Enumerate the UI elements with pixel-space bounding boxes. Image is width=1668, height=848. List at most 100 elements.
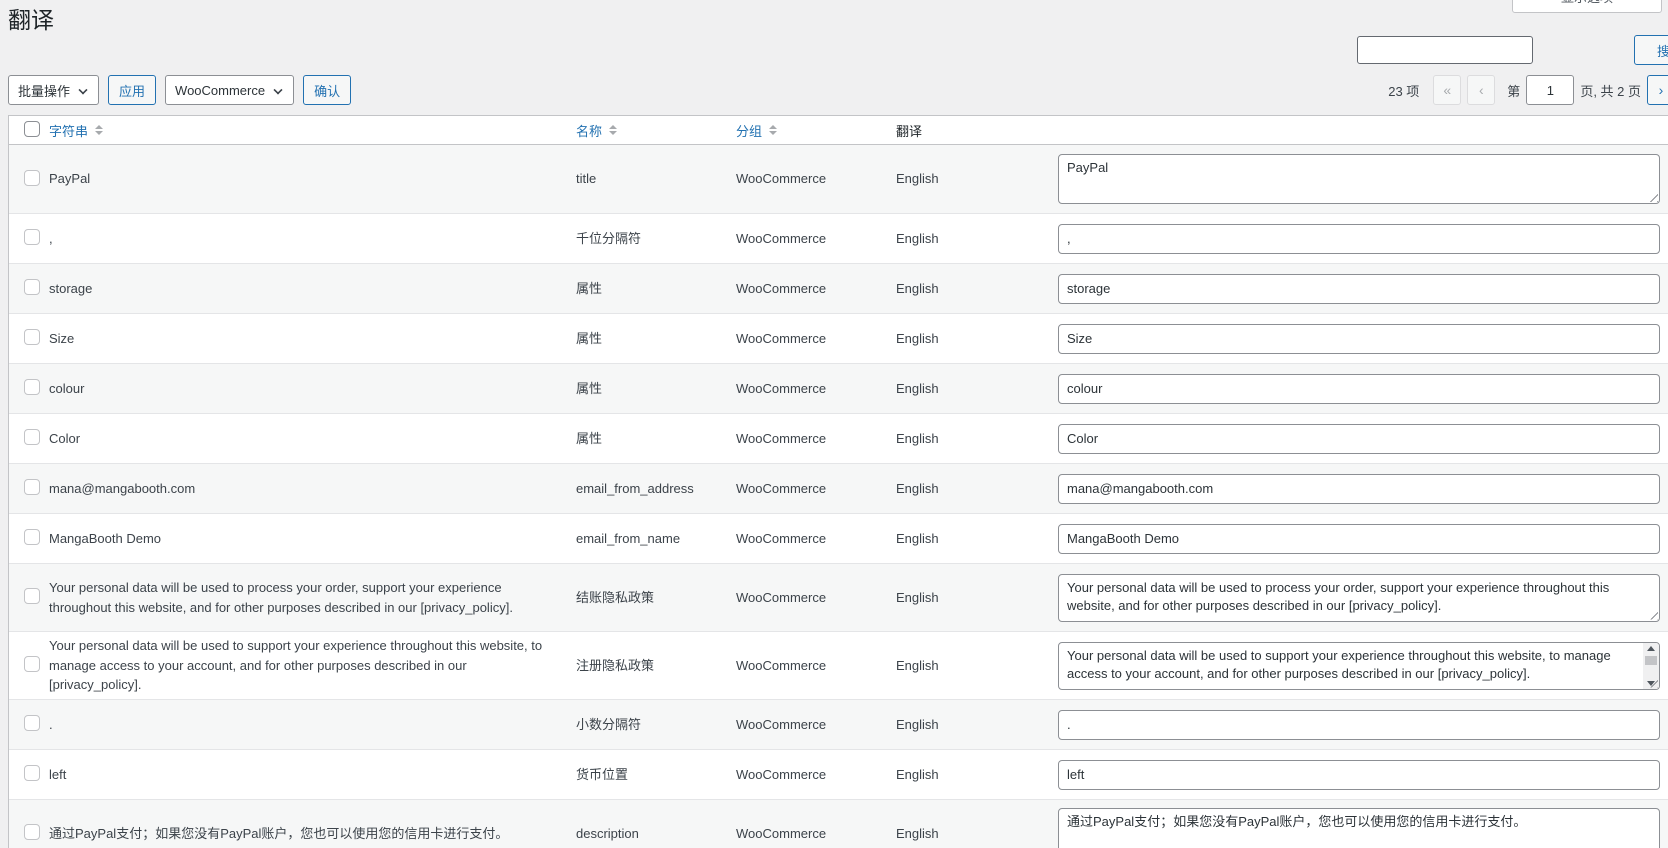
name-cell: title [576,171,597,187]
translation-field-cell [1058,473,1668,504]
apply-button[interactable]: 应用 [108,75,157,105]
row-checkbox[interactable] [24,229,40,245]
scroll-up-icon[interactable] [1647,645,1655,651]
translation-input[interactable] [1058,373,1660,404]
group-cell: WooCommerce [736,716,827,732]
string-cell: Your personal data will be used to proce… [49,580,513,615]
confirm-button[interactable]: 确认 [303,75,352,105]
table-row: left 货币位置 WooCommerce English [9,749,1668,799]
group-cell: WooCommerce [736,480,827,496]
name-cell: description [576,825,639,841]
prev-page-button[interactable]: ‹ [1467,75,1496,105]
select-all-checkbox[interactable] [24,120,40,137]
row-checkbox[interactable] [24,824,40,840]
translation-field-cell [1058,523,1668,554]
column-header-string[interactable]: 字符串 [49,121,88,140]
translation-language-label: English [896,716,939,732]
group-cell: WooCommerce [736,380,827,396]
row-checkbox[interactable] [24,529,40,545]
search-input[interactable] [1357,36,1533,64]
pagination: 23 项 « ‹ 第 页, 共 2 页 › [1388,75,1668,105]
row-checkbox[interactable] [24,329,40,345]
name-cell: 结账隐私政策 [576,589,655,605]
next-page-button[interactable]: › [1647,75,1668,105]
row-checkbox[interactable] [24,656,40,672]
row-checkbox[interactable] [24,715,40,731]
group-cell: WooCommerce [736,825,827,841]
group-cell: WooCommerce [736,280,827,296]
string-cell: 通过PayPal支付；如果您没有PayPal账户，您也可以使用您的信用卡进行支付… [49,825,509,841]
translation-input[interactable] [1058,473,1660,504]
group-cell: WooCommerce [736,657,827,673]
translation-input[interactable] [1058,759,1660,790]
row-checkbox[interactable] [24,765,40,781]
translation-input[interactable] [1058,709,1660,740]
translation-field-cell [1058,154,1668,204]
translation-language-label: English [896,480,939,496]
translation-field-cell [1058,641,1668,690]
textarea-scrollbar[interactable] [1643,642,1659,689]
scrollbar-thumb[interactable] [1645,655,1657,665]
name-cell: 小数分隔符 [576,716,642,732]
row-checkbox[interactable] [24,588,40,604]
current-page-input[interactable] [1526,75,1575,105]
row-checkbox[interactable] [24,279,40,295]
table-header-row: 字符串 名称 分组 翻译 [9,116,1668,145]
sort-icon [95,125,104,135]
name-cell: 注册隐私政策 [576,657,655,673]
group-filter-select[interactable]: WooCommerce [165,75,295,105]
translation-textarea[interactable] [1058,573,1660,622]
page-prefix-label: 第 [1507,83,1521,99]
string-cell: . [49,716,53,732]
translation-field-cell [1058,709,1668,740]
table-row: storage 属性 WooCommerce English [9,263,1668,313]
translation-textarea[interactable] [1058,807,1660,848]
screen-options-button[interactable]: 显示选项 [1512,0,1662,13]
translation-input[interactable] [1058,523,1660,554]
scroll-down-icon[interactable] [1647,680,1655,686]
group-cell: WooCommerce [736,330,827,346]
chevron-down-icon [273,85,283,95]
table-row: Color 属性 WooCommerce English [9,413,1668,463]
translation-textarea[interactable] [1058,641,1660,690]
translation-field-cell [1058,759,1668,790]
translation-language-label: English [896,589,939,605]
translation-language-label: English [896,530,939,546]
group-cell: WooCommerce [736,430,827,446]
row-checkbox[interactable] [24,169,40,186]
bulk-action-select[interactable]: 批量操作 [8,75,100,105]
translation-input[interactable] [1058,223,1660,254]
string-cell: storage [49,280,93,296]
first-page-button[interactable]: « [1433,75,1462,105]
group-cell: WooCommerce [736,171,827,187]
translation-textarea[interactable] [1058,154,1660,204]
sort-icon [609,125,618,135]
row-checkbox[interactable] [24,479,40,495]
bulk-action-selected-label: 批量操作 [18,83,71,99]
group-cell: WooCommerce [736,530,827,546]
translation-input[interactable] [1058,423,1660,454]
string-cell: colour [49,380,85,396]
translation-field-cell [1058,273,1668,304]
column-header-name[interactable]: 名称 [576,121,602,140]
table-row: PayPal title WooCommerce English [9,145,1668,213]
table-row: Size 属性 WooCommerce English [9,313,1668,363]
translation-language-label: English [896,657,939,673]
translation-input[interactable] [1058,323,1660,354]
row-checkbox[interactable] [24,429,40,445]
group-filter-selected-label: WooCommerce [175,82,266,98]
name-cell: 货币位置 [576,766,629,782]
string-cell: MangaBooth Demo [49,530,162,546]
items-count: 23 项 [1388,83,1420,99]
column-header-translation: 翻译 [896,123,923,139]
page-title: 翻译 [8,7,54,33]
translation-input[interactable] [1058,273,1660,304]
row-checkbox[interactable] [24,379,40,395]
translation-language-label: English [896,825,939,841]
search-button[interactable]: 搜索 [1634,35,1668,65]
translation-language-label: English [896,171,939,187]
column-header-group[interactable]: 分组 [736,121,762,140]
translation-language-label: English [896,330,939,346]
table-row: . 小数分隔符 WooCommerce English [9,699,1668,749]
group-cell: WooCommerce [736,230,827,246]
